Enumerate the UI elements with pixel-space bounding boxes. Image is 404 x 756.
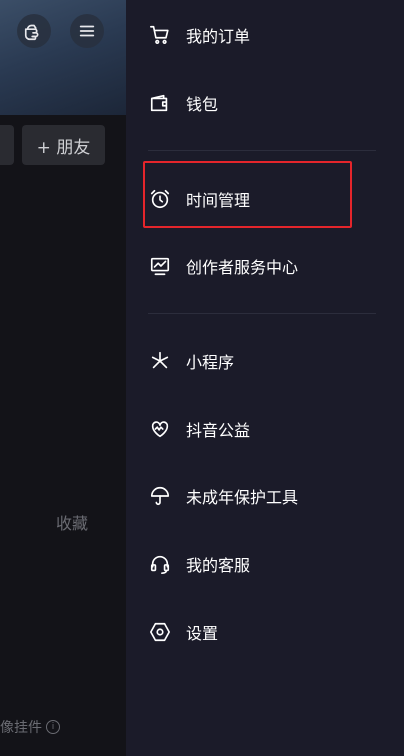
cart-icon (148, 23, 172, 47)
divider (148, 150, 376, 151)
umbrella-icon (148, 484, 172, 508)
highlight-box (143, 161, 352, 228)
hamburger-icon (79, 25, 95, 37)
chart-monitor-icon (148, 254, 172, 278)
divider (148, 313, 376, 314)
info-icon[interactable]: i (46, 720, 60, 734)
asterisk-icon (148, 349, 172, 373)
menu-item-wallet[interactable]: 钱包 (148, 83, 388, 123)
menu-item-label: 钱包 (186, 95, 219, 114)
side-drawer-menu: 我的订单 钱包 时间管理 创作者服务中心 小程序 抖音公益 未成年保护工具 我的… (126, 0, 404, 756)
heart-icon (148, 417, 172, 441)
collect-tab[interactable]: 收藏 (56, 510, 88, 534)
menu-item-charity[interactable]: 抖音公益 (148, 409, 388, 449)
menu-item-customer-service[interactable]: 我的客服 (148, 544, 388, 584)
settings-hexagon-icon (148, 620, 172, 644)
menu-item-label: 设置 (186, 624, 219, 643)
profile-page-background: + 朋友 收藏 像挂件 i (0, 0, 126, 756)
hand-pointer-icon (24, 24, 39, 41)
pendant-label-row: 像挂件 i (0, 717, 60, 737)
menu-button[interactable] (70, 14, 104, 48)
menu-item-settings[interactable]: 设置 (148, 612, 388, 652)
add-friend-label: + 朋友 (36, 137, 91, 158)
wallet-icon (148, 91, 172, 115)
pendant-label: 像挂件 (0, 720, 42, 736)
menu-item-label: 未成年保护工具 (186, 488, 299, 507)
menu-item-label: 我的订单 (186, 27, 251, 46)
menu-item-minor-protection[interactable]: 未成年保护工具 (148, 476, 388, 516)
hand-pointer-button[interactable] (17, 14, 51, 48)
headset-icon (148, 552, 172, 576)
menu-item-label: 创作者服务中心 (186, 258, 299, 277)
add-friend-button[interactable]: + 朋友 (22, 125, 105, 165)
menu-item-my-orders[interactable]: 我的订单 (148, 15, 388, 55)
profile-cover-image (0, 0, 126, 115)
menu-item-label: 小程序 (186, 353, 235, 372)
edit-profile-button-partial[interactable] (0, 125, 14, 165)
menu-item-label: 我的客服 (186, 556, 251, 575)
menu-item-label: 抖音公益 (186, 421, 251, 440)
menu-item-mini-programs[interactable]: 小程序 (148, 341, 388, 381)
menu-item-creator-center[interactable]: 创作者服务中心 (148, 246, 388, 286)
